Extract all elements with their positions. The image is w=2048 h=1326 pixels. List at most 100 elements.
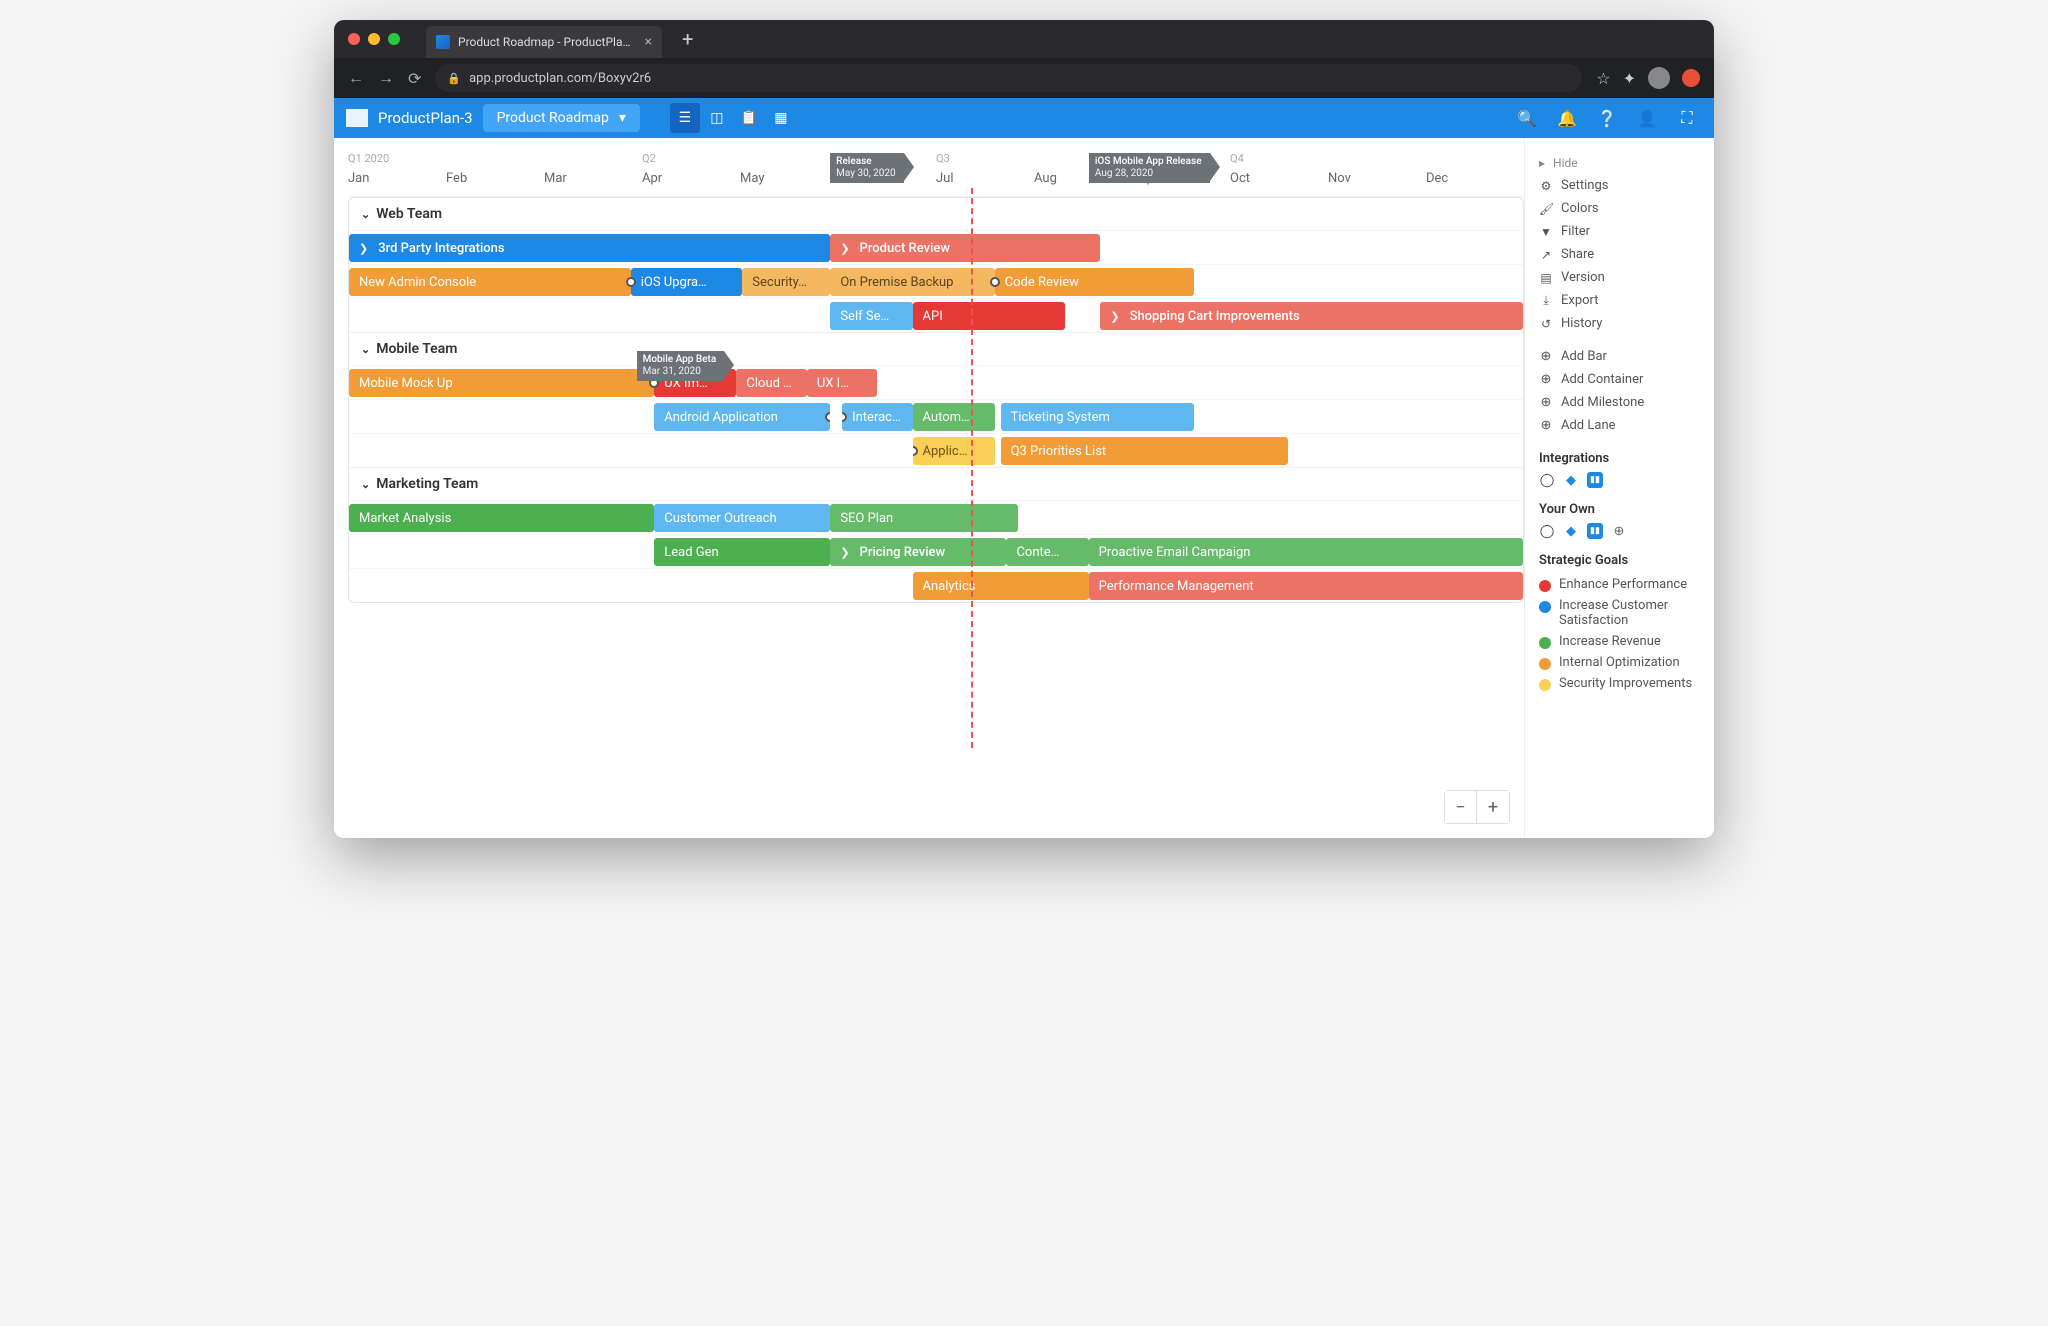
sidebar-add-container[interactable]: ⊕Add Container bbox=[1539, 368, 1700, 391]
roadmap-select[interactable]: Product Roadmap ▾ bbox=[483, 104, 640, 132]
view-timeline-icon[interactable]: ☰ bbox=[670, 103, 700, 133]
star-icon[interactable]: ☆ bbox=[1596, 69, 1610, 88]
sidebar-item-settings[interactable]: ⚙Settings bbox=[1539, 174, 1700, 197]
app-logo-icon[interactable] bbox=[346, 109, 368, 127]
sidebar-item-colors[interactable]: 🖌Colors bbox=[1539, 197, 1700, 220]
roadmap-bar[interactable]: Security… bbox=[742, 268, 830, 296]
lane-header[interactable]: ⌄ Marketing Team bbox=[349, 468, 1523, 500]
caret-down-icon: ▾ bbox=[619, 110, 626, 126]
sidebar-add-milestone[interactable]: ⊕Add Milestone bbox=[1539, 391, 1700, 414]
azure-icon[interactable]: ◆ bbox=[1563, 472, 1579, 488]
roadmap-bar[interactable]: ❯Shopping Cart Improvements bbox=[1100, 302, 1523, 330]
browser-tab[interactable]: Product Roadmap - ProductPla… × bbox=[426, 26, 662, 58]
lane-row: Mobile Mock UpUX Im…Cloud …UX I… bbox=[349, 365, 1523, 399]
extension-badge-icon[interactable] bbox=[1682, 69, 1700, 87]
goal-item[interactable]: Increase Customer Satisfaction bbox=[1539, 595, 1700, 631]
profile-avatar-icon[interactable] bbox=[1648, 67, 1670, 89]
goal-item[interactable]: Increase Revenue bbox=[1539, 631, 1700, 652]
user-icon[interactable]: 👤 bbox=[1632, 103, 1662, 133]
hide-sidebar[interactable]: ▸ Hide bbox=[1539, 152, 1700, 174]
azure-icon[interactable]: ◆ bbox=[1563, 523, 1579, 539]
tab-close-icon[interactable]: × bbox=[645, 34, 652, 50]
reload-icon[interactable]: ⟳ bbox=[408, 69, 421, 88]
roadmap-bar[interactable]: UX I… bbox=[807, 369, 877, 397]
plus-circle-icon: ⊕ bbox=[1539, 418, 1553, 433]
back-icon[interactable]: ← bbox=[348, 68, 364, 88]
lane-header[interactable]: ⌄ Mobile Team bbox=[349, 333, 1523, 365]
forward-icon[interactable]: → bbox=[378, 68, 394, 88]
search-icon[interactable]: 🔍 bbox=[1512, 103, 1542, 133]
roadmap-bar[interactable]: API bbox=[913, 302, 1066, 330]
roadmap-bar[interactable]: Lead Gen bbox=[654, 538, 830, 566]
zoom-in-button[interactable]: + bbox=[1477, 791, 1509, 823]
roadmap-bar[interactable]: Conte… bbox=[1006, 538, 1088, 566]
yourown-icons: ◯ ◆ ▮▮ ⊕ bbox=[1539, 523, 1700, 539]
lane: ⌄ Mobile TeamMobile App BetaMar 31, 2020… bbox=[349, 333, 1523, 468]
milestone-marker[interactable]: ReleaseMay 30, 2020 bbox=[830, 153, 903, 183]
roadmap-bar[interactable]: ❯3rd Party Integrations bbox=[349, 234, 830, 262]
fullscreen-icon[interactable]: ⛶ bbox=[1672, 103, 1702, 133]
view-table-icon[interactable]: ▦ bbox=[766, 103, 796, 133]
link-handle-icon[interactable] bbox=[631, 277, 636, 287]
link-handle-icon[interactable] bbox=[995, 277, 1000, 287]
history-icon: ↺ bbox=[1539, 317, 1553, 331]
sidebar-item-filter[interactable]: ▼Filter bbox=[1539, 220, 1700, 243]
roadmap-bar[interactable]: New Admin Console bbox=[349, 268, 631, 296]
url-field[interactable]: 🔒 app.productplan.com/Boxyv2r6 bbox=[435, 64, 1582, 92]
link-handle-icon[interactable] bbox=[913, 446, 918, 456]
yourown-heading: Your Own bbox=[1539, 502, 1700, 517]
roadmap-bar[interactable]: Q3 Priorities List bbox=[1001, 437, 1289, 465]
view-split-icon[interactable]: ◫ bbox=[702, 103, 732, 133]
sidebar-item-export[interactable]: ⤓Export bbox=[1539, 289, 1700, 312]
roadmap-bar[interactable]: Code Review bbox=[995, 268, 1195, 296]
roadmap-bar[interactable]: SEO Plan bbox=[830, 504, 1018, 532]
minimize-icon[interactable] bbox=[368, 33, 380, 45]
sidebar-add-bar[interactable]: ⊕Add Bar bbox=[1539, 345, 1700, 368]
trello-icon[interactable]: ▮▮ bbox=[1587, 523, 1603, 539]
roadmap-bar[interactable]: Mobile Mock Up bbox=[349, 369, 654, 397]
new-tab-icon[interactable]: + bbox=[682, 27, 693, 51]
roadmap-bar[interactable]: Proactive Email Campaign bbox=[1089, 538, 1523, 566]
sidebar-item-history[interactable]: ↺History bbox=[1539, 312, 1700, 335]
roadmap-bar[interactable]: Market Analysis bbox=[349, 504, 654, 532]
link-handle-icon[interactable] bbox=[842, 412, 847, 422]
extensions-icon[interactable]: ✦ bbox=[1623, 69, 1636, 88]
trello-icon[interactable]: ▮▮ bbox=[1587, 472, 1603, 488]
link-handle-icon[interactable] bbox=[825, 412, 830, 422]
roadmap-bar[interactable]: Ticketing System bbox=[1001, 403, 1195, 431]
milestone-marker[interactable]: Mobile App BetaMar 31, 2020 bbox=[637, 351, 725, 381]
view-clipboard-icon[interactable]: 📋 bbox=[734, 103, 764, 133]
goal-item[interactable]: Enhance Performance bbox=[1539, 574, 1700, 595]
roadmap-bar[interactable]: Autom… bbox=[913, 403, 995, 431]
sidebar-item-share[interactable]: ↗Share bbox=[1539, 243, 1700, 266]
roadmap-bar[interactable]: ❯Product Review bbox=[830, 234, 1100, 262]
roadmap-bar[interactable]: Performance Management bbox=[1089, 572, 1523, 600]
zoom-out-button[interactable]: − bbox=[1445, 791, 1477, 823]
roadmap-bar[interactable]: Analytics bbox=[913, 572, 1089, 600]
roadmap-bar[interactable]: Interac… bbox=[842, 403, 912, 431]
milestone-marker[interactable]: iOS Mobile App ReleaseAug 28, 2020 bbox=[1089, 153, 1210, 183]
bell-icon[interactable]: 🔔 bbox=[1552, 103, 1582, 133]
lock-icon: 🔒 bbox=[447, 72, 461, 85]
roadmap-bar[interactable]: ❯Pricing Review bbox=[830, 538, 1006, 566]
roadmap-bar[interactable]: Customer Outreach bbox=[654, 504, 830, 532]
sidebar-add-lane[interactable]: ⊕Add Lane bbox=[1539, 414, 1700, 437]
roadmap-bar[interactable]: Applic… bbox=[913, 437, 995, 465]
roadmap-bar[interactable]: iOS Upgra… bbox=[631, 268, 743, 296]
roadmap-bar[interactable]: On Premise Backup bbox=[830, 268, 994, 296]
maximize-icon[interactable] bbox=[388, 33, 400, 45]
url-text: app.productplan.com/Boxyv2r6 bbox=[469, 71, 651, 86]
roadmap-bar[interactable]: Cloud … bbox=[736, 369, 806, 397]
github-icon[interactable]: ◯ bbox=[1539, 523, 1555, 539]
goal-item[interactable]: Security Improvements bbox=[1539, 673, 1700, 694]
workspace-name[interactable]: ProductPlan-3 bbox=[378, 109, 473, 127]
roadmap-bar[interactable]: Android Application bbox=[654, 403, 830, 431]
lane-header[interactable]: ⌄ Web Team bbox=[349, 198, 1523, 230]
sidebar-item-version[interactable]: ▤Version bbox=[1539, 266, 1700, 289]
roadmap-bar[interactable]: Self Se… bbox=[830, 302, 912, 330]
close-icon[interactable] bbox=[348, 33, 360, 45]
add-integration-icon[interactable]: ⊕ bbox=[1611, 523, 1627, 539]
goal-item[interactable]: Internal Optimization bbox=[1539, 652, 1700, 673]
github-icon[interactable]: ◯ bbox=[1539, 472, 1555, 488]
help-icon[interactable]: ❔ bbox=[1592, 103, 1622, 133]
